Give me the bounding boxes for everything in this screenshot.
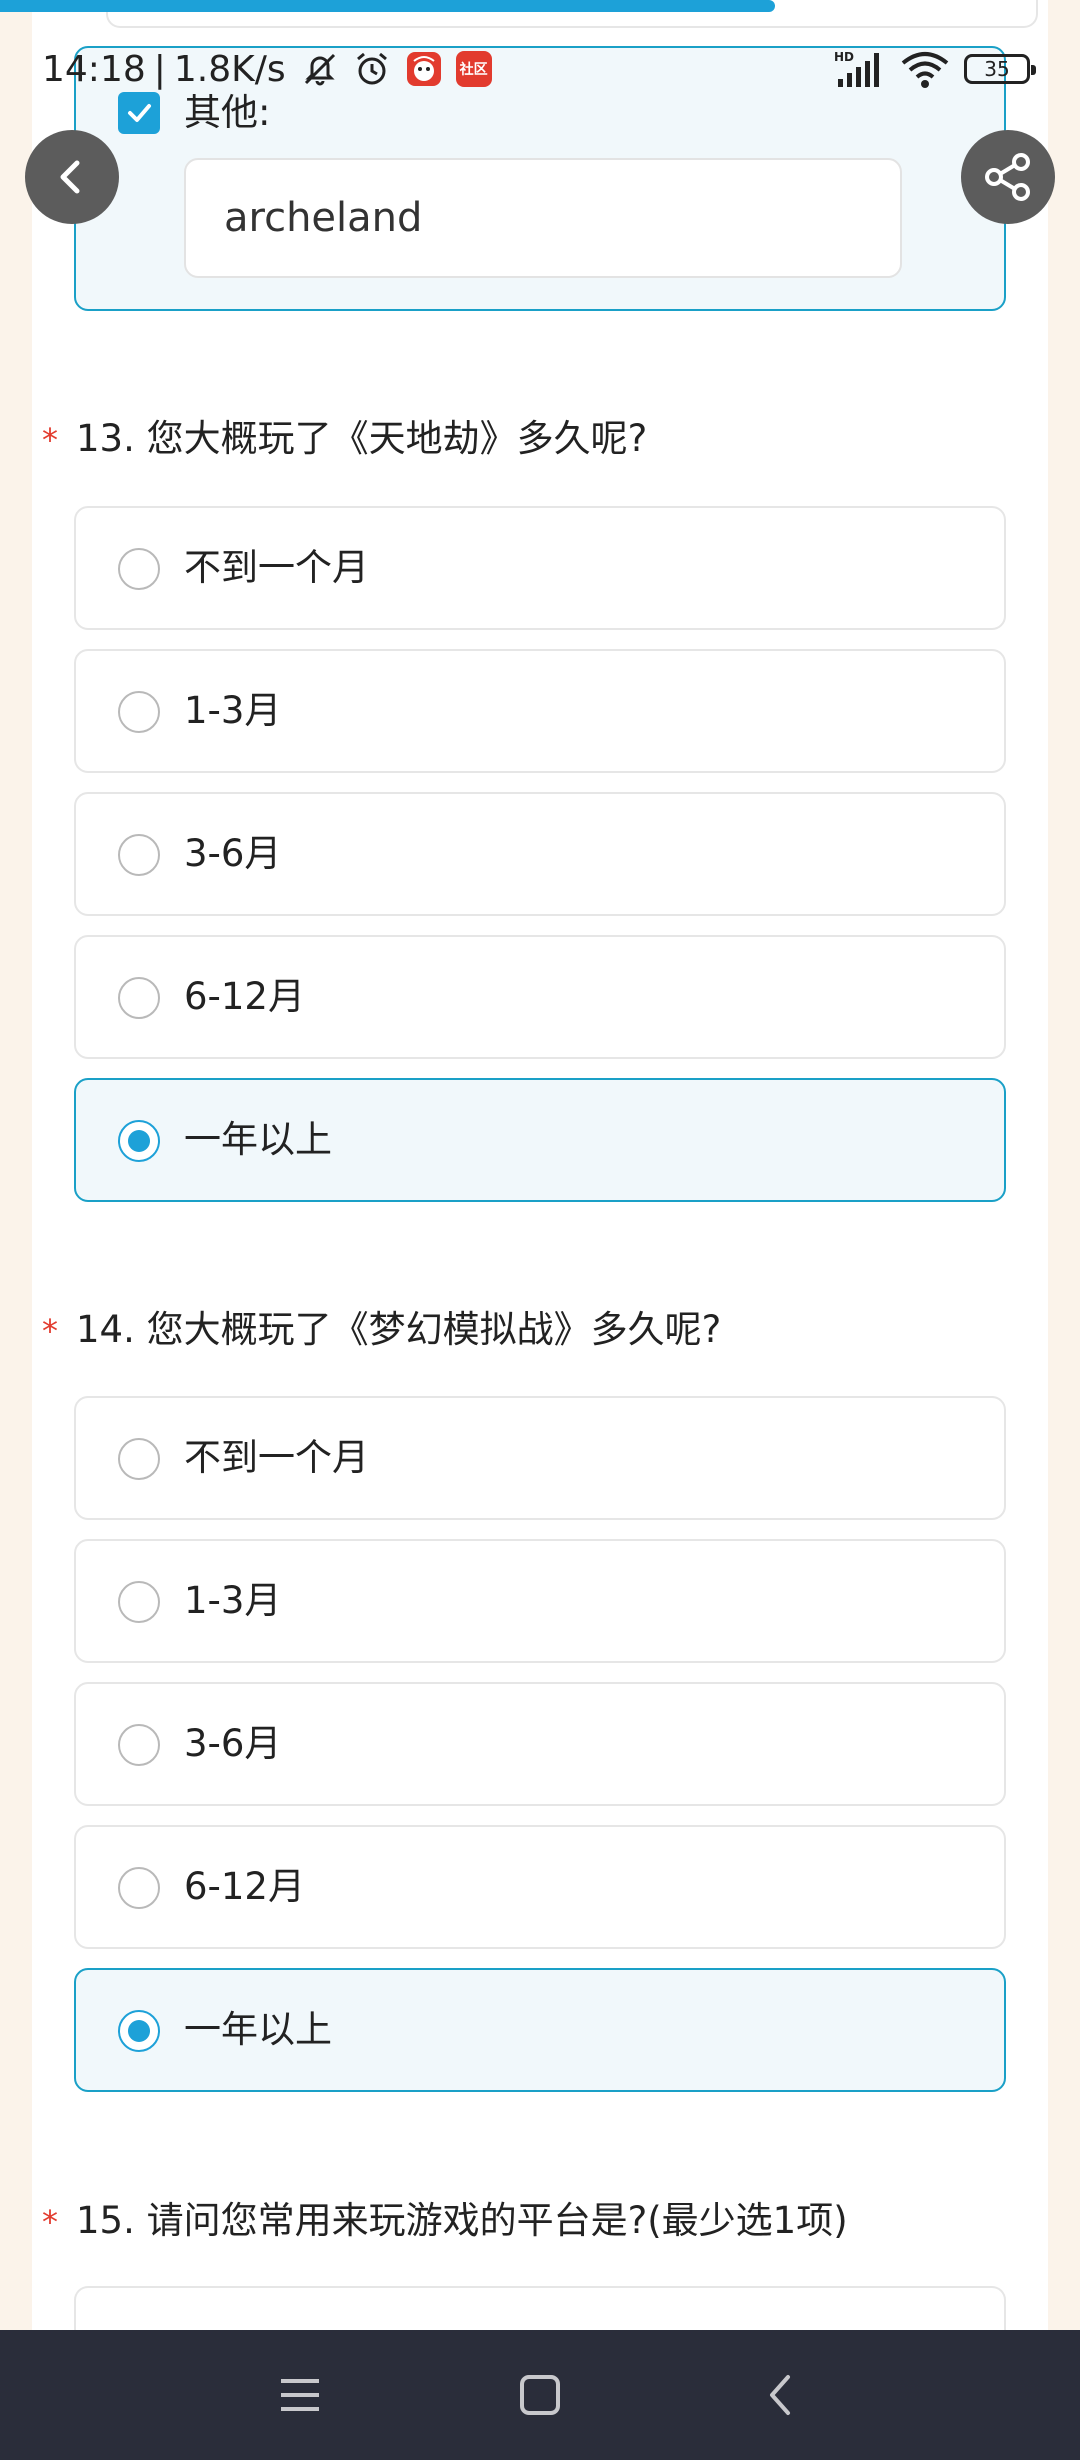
option-label: 1-3月	[184, 1579, 282, 1622]
option-label: 6-12月	[184, 975, 305, 1018]
radio-button-selected[interactable]	[118, 1120, 160, 1162]
question-13-text: 13. 您大概玩了《天地劫》多久呢?	[76, 417, 648, 460]
back-button[interactable]	[25, 130, 119, 224]
radio-button[interactable]	[118, 1724, 160, 1766]
home-square-icon	[520, 2375, 560, 2415]
back-arrow-icon	[770, 2375, 790, 2415]
status-bar: 14:18 | 1.8K/s 社区 HD 35	[0, 44, 1080, 94]
other-option-label: 其他:	[184, 91, 271, 134]
share-icon	[985, 153, 1030, 201]
radio-button[interactable]	[118, 1581, 160, 1623]
radio-button[interactable]	[118, 977, 160, 1019]
radio-button[interactable]	[118, 834, 160, 876]
option-label: 不到一个月	[184, 546, 369, 589]
q13-option-5[interactable]: 一年以上	[74, 1078, 1006, 1202]
cellular-signal-icon: HD	[834, 50, 879, 87]
question-13-title: * 13. 您大概玩了《天地劫》多久呢?	[42, 414, 647, 465]
option-label: 一年以上	[184, 1118, 332, 1161]
q13-option-3[interactable]: 3-6月	[74, 792, 1006, 916]
share-button[interactable]	[961, 130, 1055, 224]
other-checkbox[interactable]	[118, 92, 160, 134]
q14-option-1[interactable]: 不到一个月	[74, 1396, 1006, 1520]
radio-button[interactable]	[118, 1438, 160, 1480]
system-nav-bar	[0, 2330, 1080, 2460]
other-text-input[interactable]: archeland	[184, 158, 902, 278]
q14-option-4[interactable]: 6-12月	[74, 1825, 1006, 1949]
radio-button[interactable]	[118, 548, 160, 590]
alarm-icon	[356, 52, 387, 85]
question-14-text: 14. 您大概玩了《梦幻模拟战》多久呢?	[76, 1308, 722, 1351]
app-mascot-icon	[406, 52, 441, 86]
recent-apps-button[interactable]	[270, 2365, 330, 2425]
home-button[interactable]	[510, 2365, 570, 2425]
status-net-speed: 1.8K/s	[173, 48, 286, 90]
option-label: 6-12月	[184, 1865, 305, 1908]
question-15-title: * 15. 请问您常用来玩游戏的平台是?(最少选1项)	[42, 2196, 848, 2247]
chevron-left-icon	[60, 160, 80, 194]
question-14-title: * 14. 您大概玩了《梦幻模拟战》多久呢?	[42, 1305, 721, 1356]
option-label: 1-3月	[184, 689, 282, 732]
q13-option-1[interactable]: 不到一个月	[74, 506, 1006, 630]
status-separator: |	[153, 48, 166, 90]
option-label: 3-6月	[184, 1722, 282, 1765]
menu-icon	[281, 2379, 319, 2411]
option-label: 一年以上	[184, 2008, 332, 2051]
survey-progress-bar	[0, 0, 775, 12]
option-label: 3-6月	[184, 832, 282, 875]
q14-option-2[interactable]: 1-3月	[74, 1539, 1006, 1663]
required-mark: *	[42, 1312, 58, 1350]
hd-label: HD	[834, 50, 854, 64]
wifi-icon	[901, 52, 949, 88]
option-label: 不到一个月	[184, 1436, 369, 1479]
q13-option-2[interactable]: 1-3月	[74, 649, 1006, 773]
q13-option-4[interactable]: 6-12月	[74, 935, 1006, 1059]
community-app-icon: 社区	[455, 51, 492, 87]
battery-level: 35	[984, 57, 1010, 81]
required-mark: *	[42, 421, 58, 459]
question-15-text: 15. 请问您常用来玩游戏的平台是?(最少选1项)	[76, 2199, 848, 2242]
status-time: 14:18	[42, 48, 146, 90]
radio-button[interactable]	[118, 691, 160, 733]
system-back-button[interactable]	[750, 2365, 810, 2425]
q14-option-3[interactable]: 3-6月	[74, 1682, 1006, 1806]
battery-icon: 35	[964, 54, 1036, 84]
mute-vibrate-icon	[304, 53, 335, 86]
q14-option-5[interactable]: 一年以上	[74, 1968, 1006, 2092]
check-icon	[128, 104, 151, 122]
required-mark: *	[42, 2203, 58, 2241]
radio-button[interactable]	[118, 1867, 160, 1909]
radio-button-selected[interactable]	[118, 2010, 160, 2052]
